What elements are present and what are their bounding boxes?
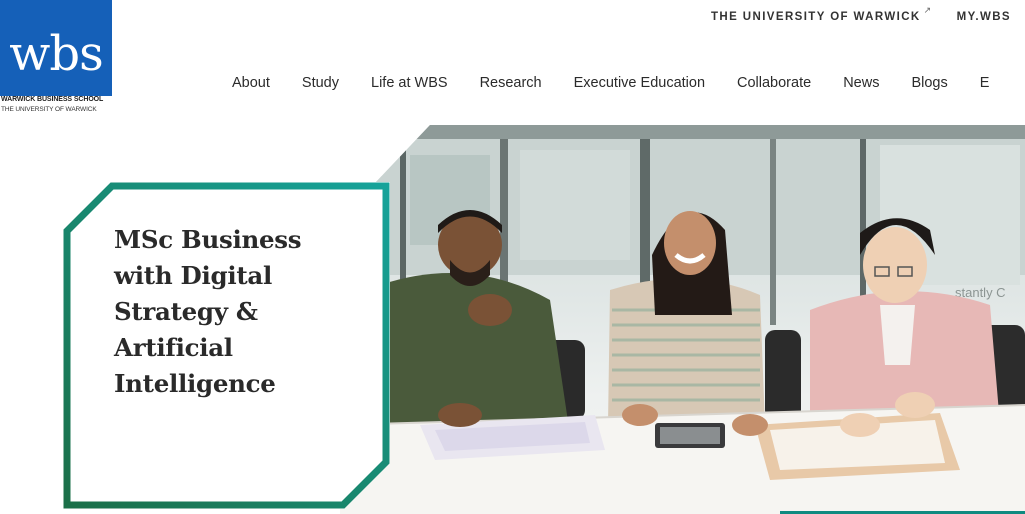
title-line: Artificial bbox=[114, 333, 233, 362]
hero-image: stantly C bbox=[340, 125, 1025, 514]
wbs-logo[interactable]: wbs WARWICK BUSINESS SCHOOL THE UNIVERSI… bbox=[0, 0, 112, 116]
nav-item-news[interactable]: News bbox=[843, 75, 879, 91]
university-link-label: THE UNIVERSITY OF WARWICK bbox=[711, 11, 921, 23]
nav-item-study[interactable]: Study bbox=[302, 75, 339, 91]
logo-wordmark: wbs bbox=[9, 26, 103, 82]
utility-nav: THE UNIVERSITY OF WARWICK ↗ MY.WBS bbox=[711, 5, 1011, 23]
external-link-icon: ↗ bbox=[923, 5, 933, 15]
title-line: Strategy & bbox=[114, 297, 258, 326]
nav-item-about[interactable]: About bbox=[232, 75, 270, 91]
nav-item-life-at-wbs[interactable]: Life at WBS bbox=[371, 75, 448, 91]
university-link[interactable]: THE UNIVERSITY OF WARWICK ↗ bbox=[711, 5, 933, 23]
title-line: MSc Business bbox=[114, 225, 302, 254]
hero-photo: stantly C bbox=[340, 125, 1025, 514]
title-line: with Digital bbox=[114, 261, 272, 290]
nav-item-truncated[interactable]: E bbox=[980, 75, 990, 91]
page-title: MSc Business with Digital Strategy & Art… bbox=[114, 222, 334, 402]
nav-item-executive-education[interactable]: Executive Education bbox=[574, 75, 705, 91]
logo-school-name: WARWICK BUSINESS SCHOOL bbox=[1, 96, 104, 103]
title-line: Intelligence bbox=[114, 369, 276, 398]
nav-item-research[interactable]: Research bbox=[480, 75, 542, 91]
main-nav: About Study Life at WBS Research Executi… bbox=[232, 75, 1021, 91]
logo-mark: wbs bbox=[0, 0, 112, 96]
logo-university-name: THE UNIVERSITY OF WARWICK bbox=[1, 106, 97, 113]
mywbs-link[interactable]: MY.WBS bbox=[957, 11, 1011, 23]
nav-item-collaborate[interactable]: Collaborate bbox=[737, 75, 811, 91]
nav-item-blogs[interactable]: Blogs bbox=[911, 75, 947, 91]
